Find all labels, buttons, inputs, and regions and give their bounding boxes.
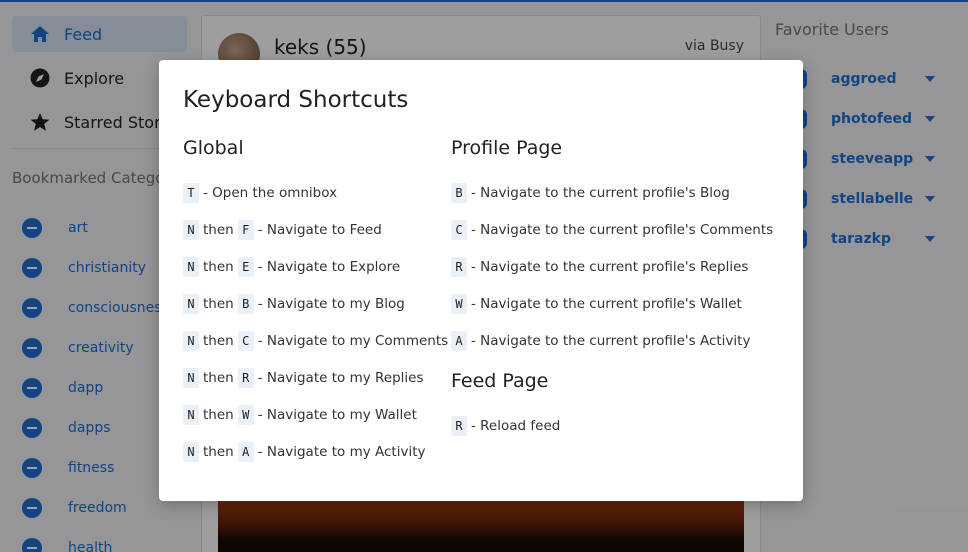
shortcut-row: A - Navigate to the current profile's Ac…: [451, 330, 750, 352]
shortcut-description: - Navigate to my Comments: [257, 333, 449, 349]
then-label: then: [203, 333, 234, 349]
shortcut-description: - Reload feed: [471, 418, 561, 434]
shortcut-description: - Open the omnibox: [203, 185, 338, 201]
shortcut-key: W: [237, 405, 254, 425]
shortcut-description: - Navigate to the current profile's Acti…: [471, 333, 751, 349]
shortcut-key: W: [451, 294, 467, 314]
shortcut-key: R: [451, 416, 467, 436]
shortcut-key: N: [183, 257, 199, 277]
shortcut-row: R - Reload feed: [451, 415, 560, 437]
shortcut-key: A: [237, 442, 254, 462]
shortcut-description: - Navigate to the current profile's Blog: [471, 185, 730, 201]
shortcut-key: R: [237, 368, 254, 388]
shortcut-description: - Navigate to the current profile's Comm…: [471, 222, 774, 238]
shortcut-key: N: [183, 442, 199, 462]
shortcut-row: R - Navigate to the current profile's Re…: [451, 256, 748, 278]
shortcut-key: A: [451, 331, 467, 351]
shortcut-key: T: [183, 183, 199, 203]
shortcut-row: W - Navigate to the current profile's Wa…: [451, 293, 742, 315]
shortcut-key: R: [451, 257, 467, 277]
keyboard-shortcuts-modal: Keyboard Shortcuts Global Profile Page T…: [159, 60, 803, 501]
shortcut-description: - Navigate to Explore: [257, 259, 401, 275]
shortcut-description: - Navigate to Feed: [257, 222, 382, 238]
then-label: then: [203, 222, 234, 238]
global-section-title: Global: [183, 137, 244, 159]
shortcut-key: N: [183, 368, 199, 388]
then-label: then: [203, 370, 234, 386]
feed-section-title: Feed Page: [451, 370, 549, 392]
shortcut-key: C: [237, 331, 254, 351]
profile-section-title: Profile Page: [451, 137, 563, 159]
modal-title: Keyboard Shortcuts: [183, 87, 409, 113]
shortcut-key: N: [183, 220, 199, 240]
shortcut-key: F: [237, 220, 254, 240]
shortcut-key: B: [237, 294, 254, 314]
shortcut-description: - Navigate to the current profile's Repl…: [471, 259, 749, 275]
shortcut-key: N: [183, 331, 199, 351]
then-label: then: [203, 407, 234, 423]
shortcut-key: E: [237, 257, 254, 277]
shortcut-row: N then C - Navigate to my Comments: [183, 330, 448, 352]
shortcut-row: N then A - Navigate to my Activity: [183, 441, 426, 463]
shortcut-key: N: [183, 294, 199, 314]
shortcut-row: C - Navigate to the current profile's Co…: [451, 219, 773, 241]
shortcut-row: N then E - Navigate to Explore: [183, 256, 400, 278]
shortcut-row: N then F - Navigate to Feed: [183, 219, 382, 241]
shortcut-description: - Navigate to my Activity: [257, 444, 426, 460]
shortcut-key: N: [183, 405, 199, 425]
shortcut-row: B - Navigate to the current profile's Bl…: [451, 182, 730, 204]
shortcut-row: N then R - Navigate to my Replies: [183, 367, 424, 389]
shortcut-row: N then W - Navigate to my Wallet: [183, 404, 417, 426]
shortcut-row: T - Open the omnibox: [183, 182, 337, 204]
shortcut-key: C: [451, 220, 467, 240]
then-label: then: [203, 444, 234, 460]
shortcut-key: B: [451, 183, 467, 203]
then-label: then: [203, 296, 234, 312]
shortcut-description: - Navigate to the current profile's Wall…: [471, 296, 742, 312]
then-label: then: [203, 259, 234, 275]
shortcut-description: - Navigate to my Blog: [257, 296, 405, 312]
shortcut-description: - Navigate to my Replies: [257, 370, 424, 386]
shortcut-description: - Navigate to my Wallet: [257, 407, 417, 423]
shortcut-row: N then B - Navigate to my Blog: [183, 293, 405, 315]
